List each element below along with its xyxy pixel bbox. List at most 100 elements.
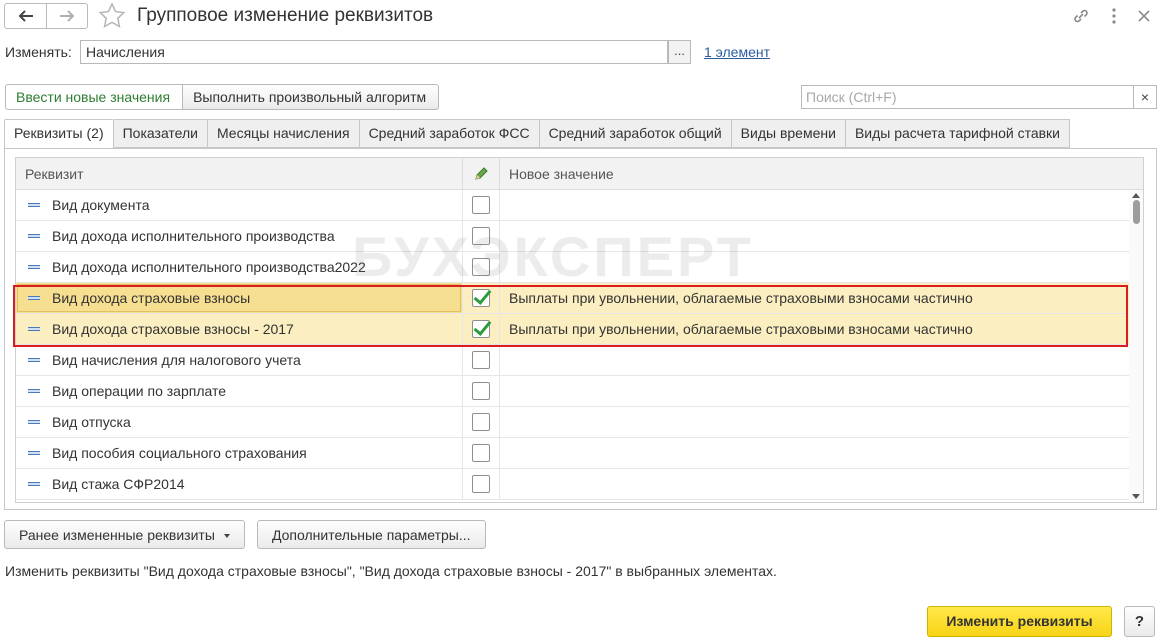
new-value-cell[interactable]	[499, 252, 1143, 282]
apply-changes-button[interactable]: Изменить реквизиты	[927, 606, 1112, 637]
forward-button[interactable]	[46, 4, 87, 28]
table-row[interactable]: Вид стажа СФР2014	[16, 469, 1143, 500]
attribute-name: Вид стажа СФР2014	[52, 476, 185, 492]
change-checkbox[interactable]	[472, 196, 490, 214]
title-bar: Групповое изменение реквизитов	[0, 0, 1161, 34]
navigation-buttons	[4, 3, 88, 29]
column-attribute[interactable]: Реквизит	[16, 158, 462, 189]
table-header: Реквизит Новое значение	[16, 158, 1143, 190]
previously-changed-label: Ранее измененные реквизиты	[19, 527, 215, 543]
attribute-icon	[28, 296, 40, 300]
table-row[interactable]: Вид дохода исполнительного производства2…	[16, 252, 1143, 283]
scroll-down-icon[interactable]	[1132, 494, 1140, 499]
more-button[interactable]	[1104, 6, 1124, 26]
change-label: Изменять:	[5, 44, 72, 60]
attribute-icon	[28, 203, 40, 207]
favorite-button[interactable]	[98, 2, 126, 30]
new-value-cell[interactable]	[499, 407, 1143, 437]
change-checkbox[interactable]	[472, 475, 490, 493]
pencil-icon	[475, 166, 488, 180]
chevron-down-icon	[223, 534, 230, 539]
new-value-cell[interactable]	[499, 438, 1143, 468]
additional-parameters-button[interactable]: Дополнительные параметры...	[257, 520, 486, 549]
link-icon	[1074, 9, 1088, 23]
new-value-cell[interactable]	[499, 376, 1143, 406]
change-checkbox[interactable]	[472, 258, 490, 276]
tab-time-types[interactable]: Виды времени	[731, 119, 846, 148]
back-arrow-icon	[18, 10, 33, 22]
attribute-name: Вид дохода страховые взносы - 2017	[52, 321, 294, 337]
window-title: Групповое изменение реквизитов	[137, 5, 434, 26]
enter-new-values-button[interactable]: Ввести новые значения	[5, 84, 184, 110]
tab-average-earnings-general[interactable]: Средний заработок общий	[539, 119, 732, 148]
attribute-icon	[28, 389, 40, 393]
back-button[interactable]	[5, 4, 46, 28]
tab-average-earnings-fss[interactable]: Средний заработок ФСС	[359, 119, 540, 148]
change-checkbox-checked[interactable]	[472, 320, 490, 338]
new-value-cell[interactable]	[499, 190, 1143, 220]
previously-changed-button[interactable]: Ранее измененные реквизиты	[4, 520, 245, 549]
scroll-thumb[interactable]	[1133, 200, 1140, 224]
change-checkbox[interactable]	[472, 444, 490, 462]
new-value-cell[interactable]: Выплаты при увольнении, облагаемые страх…	[499, 314, 1143, 344]
elements-count-link[interactable]: 1 элемент	[704, 44, 770, 60]
table-row[interactable]: Вид отпуска	[16, 407, 1143, 438]
tab-bar: Реквизиты (2) Показатели Месяцы начислен…	[4, 119, 1070, 149]
table-row-selected[interactable]: Вид дохода страховые взносы Выплаты при …	[16, 283, 1143, 314]
change-checkbox[interactable]	[472, 227, 490, 245]
table-row[interactable]: Вид документа	[16, 190, 1143, 221]
attribute-name: Вид дохода исполнительного производства2…	[52, 259, 366, 275]
tab-indicators[interactable]: Показатели	[113, 119, 208, 148]
close-icon	[1138, 10, 1150, 22]
attribute-icon	[28, 327, 40, 331]
object-type-field[interactable]: Начисления	[80, 40, 668, 64]
vertical-scrollbar[interactable]	[1129, 190, 1143, 502]
tab-panel: Реквизит Новое значение Вид документа Ви…	[4, 148, 1157, 510]
new-value-cell[interactable]	[499, 469, 1143, 499]
attribute-icon	[28, 265, 40, 269]
attribute-name: Вид дохода исполнительного производства	[52, 228, 335, 244]
tab-tariff-rate-types[interactable]: Виды расчета тарифной ставки	[845, 119, 1070, 148]
star-icon	[98, 2, 126, 28]
table-row[interactable]: Вид начисления для налогового учета	[16, 345, 1143, 376]
search-input[interactable]: Поиск (Ctrl+F)	[801, 85, 1134, 109]
change-checkbox-checked[interactable]	[472, 289, 490, 307]
close-button[interactable]	[1134, 6, 1154, 26]
attribute-name: Вид пособия социального страхования	[52, 445, 307, 461]
new-value-cell[interactable]: Выплаты при увольнении, облагаемые страх…	[499, 283, 1143, 313]
attribute-icon	[28, 482, 40, 486]
table-row-selected[interactable]: Вид дохода страховые взносы - 2017 Выпла…	[16, 314, 1143, 345]
select-object-button[interactable]: ...	[668, 40, 691, 64]
search-clear-button[interactable]: ×	[1134, 85, 1157, 109]
column-new-value[interactable]: Новое значение	[499, 158, 1143, 189]
attribute-name: Вид дохода страховые взносы	[52, 290, 251, 306]
run-algorithm-button[interactable]: Выполнить произвольный алгоритм	[183, 84, 440, 110]
help-button[interactable]: ?	[1124, 606, 1155, 637]
link-button[interactable]	[1071, 6, 1091, 26]
attributes-table: Реквизит Новое значение Вид документа Ви…	[15, 157, 1144, 503]
summary-text: Изменить реквизиты "Вид дохода страховые…	[5, 563, 777, 579]
table-row[interactable]: Вид операции по зарплате	[16, 376, 1143, 407]
tab-accrual-months[interactable]: Месяцы начисления	[207, 119, 360, 148]
table-row[interactable]: Вид дохода исполнительного производства	[16, 221, 1143, 252]
attribute-name: Вид документа	[52, 197, 150, 213]
forward-arrow-icon	[60, 10, 75, 22]
change-checkbox[interactable]	[472, 413, 490, 431]
new-value-cell[interactable]	[499, 345, 1143, 375]
column-edit-flag[interactable]	[462, 158, 499, 189]
attribute-icon	[28, 420, 40, 424]
attribute-name: Вид начисления для налогового учета	[52, 352, 301, 368]
table-row[interactable]: Вид пособия социального страхования	[16, 438, 1143, 469]
tab-attributes[interactable]: Реквизиты (2)	[4, 119, 114, 149]
more-icon	[1112, 8, 1116, 24]
scroll-up-icon[interactable]	[1132, 193, 1140, 198]
new-value-cell[interactable]	[499, 221, 1143, 251]
change-checkbox[interactable]	[472, 382, 490, 400]
command-bar: Ввести новые значения Выполнить произвол…	[5, 84, 440, 110]
attribute-icon	[28, 234, 40, 238]
attribute-name: Вид операции по зарплате	[52, 383, 227, 399]
attribute-icon	[28, 451, 40, 455]
attribute-name: Вид отпуска	[52, 414, 131, 430]
change-checkbox[interactable]	[472, 351, 490, 369]
attribute-icon	[28, 358, 40, 362]
